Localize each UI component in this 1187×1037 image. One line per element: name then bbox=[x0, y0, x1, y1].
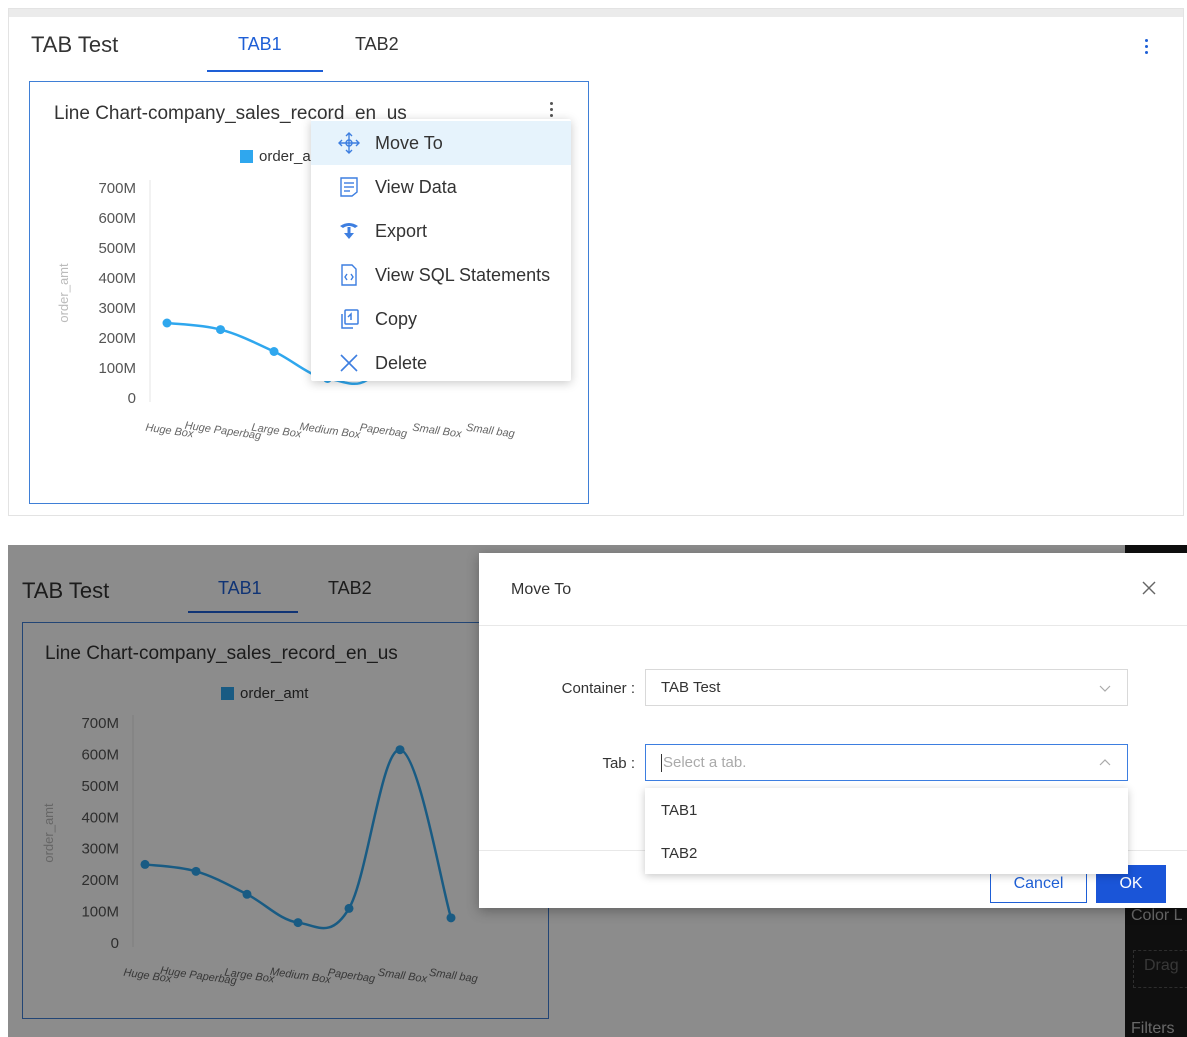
container-select[interactable]: TAB Test bbox=[645, 669, 1128, 706]
menu-item-label: Move To bbox=[375, 132, 443, 153]
data-point bbox=[162, 318, 172, 328]
menu-item-view-data[interactable]: View Data bbox=[311, 165, 571, 209]
tab-tab1[interactable]: TAB1 bbox=[238, 34, 282, 55]
x-tick-label: Paperbag bbox=[359, 422, 409, 441]
dropdown-option-tab2[interactable]: TAB2 bbox=[661, 845, 697, 862]
dashboard-more-icon[interactable] bbox=[1143, 39, 1149, 59]
move-to-modal: Move To Container : TAB Test Tab : Selec… bbox=[479, 553, 1187, 908]
y-tick-label: 700M bbox=[98, 180, 136, 197]
menu-item-view-sql[interactable]: View SQL Statements bbox=[311, 253, 571, 297]
top-strip bbox=[9, 9, 1183, 17]
menu-item-label: Copy bbox=[375, 308, 418, 329]
menu-item-export[interactable]: Export bbox=[311, 209, 571, 253]
y-tick-label: 200M bbox=[98, 330, 136, 347]
y-tick-label: 500M bbox=[98, 240, 136, 257]
sql-icon bbox=[337, 263, 361, 287]
y-tick-label: 400M bbox=[98, 270, 136, 287]
chart-context-menu: Move To View Data Export View SQL Statem… bbox=[311, 119, 571, 381]
menu-item-delete[interactable]: Delete bbox=[311, 341, 571, 385]
text-cursor bbox=[661, 753, 662, 772]
modal-title: Move To bbox=[511, 581, 572, 598]
tab-placeholder: Select a tab. bbox=[663, 754, 747, 771]
export-icon bbox=[337, 219, 361, 243]
container-label: Container : bbox=[561, 680, 635, 697]
y-tick-label: 300M bbox=[98, 300, 136, 317]
modal-header-divider bbox=[479, 625, 1187, 626]
tab-dropdown-list: TAB1 TAB2 bbox=[645, 788, 1128, 874]
y-tick-label: 100M bbox=[98, 360, 136, 377]
menu-item-label: View Data bbox=[375, 176, 457, 197]
container-value: TAB Test bbox=[661, 679, 721, 696]
data-point bbox=[216, 325, 225, 335]
dashboard-title: TAB Test bbox=[31, 32, 119, 57]
move-to-dialog-panel: TAB Test TAB1 TAB2 Line Chart-company_sa… bbox=[8, 545, 1187, 1037]
dropdown-option-tab1[interactable]: TAB1 bbox=[661, 802, 697, 819]
x-tick-label: Small bag bbox=[465, 422, 516, 441]
x-tick-label: Medium Box bbox=[299, 421, 362, 441]
y-tick-label: 0 bbox=[128, 390, 136, 407]
delete-icon bbox=[337, 351, 361, 375]
menu-item-label: View SQL Statements bbox=[375, 264, 551, 285]
active-tab-indicator bbox=[207, 70, 323, 72]
menu-item-label: Delete bbox=[375, 352, 428, 373]
menu-item-move-to[interactable]: Move To bbox=[311, 121, 571, 165]
y-tick-label: 600M bbox=[98, 210, 136, 227]
menu-item-label: Export bbox=[375, 220, 428, 241]
view-data-icon bbox=[337, 175, 361, 199]
chevron-up-icon bbox=[1099, 759, 1111, 766]
dashboard-panel: TAB Test TAB1 TAB2 Line Chart-company_sa… bbox=[8, 8, 1184, 516]
close-icon[interactable] bbox=[1139, 578, 1159, 598]
data-point bbox=[269, 347, 279, 356]
move-icon bbox=[337, 131, 361, 155]
chevron-down-icon bbox=[1099, 685, 1111, 692]
copy-icon bbox=[337, 307, 361, 331]
tab-label: Tab : bbox=[602, 755, 635, 772]
tab-select[interactable]: Select a tab. bbox=[645, 744, 1128, 781]
y-axis-title: order_amt bbox=[56, 263, 71, 323]
x-tick-label: Small Box bbox=[412, 422, 463, 441]
tab-tab2[interactable]: TAB2 bbox=[355, 34, 399, 55]
menu-item-copy[interactable]: Copy bbox=[311, 297, 571, 341]
